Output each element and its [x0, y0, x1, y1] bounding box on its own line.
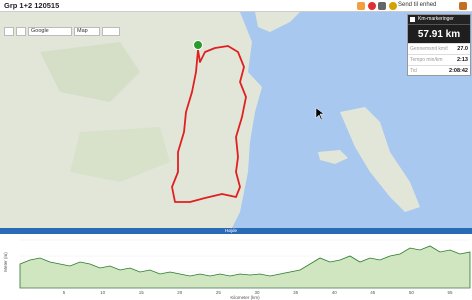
total-distance: 57.91 km	[408, 24, 470, 43]
print-icon[interactable]	[378, 2, 386, 10]
stat-label: Tempo min/km	[410, 57, 443, 63]
send-to-device-icon[interactable]	[389, 2, 397, 10]
x-tick-label: 35	[293, 290, 299, 295]
stat-label: Tid	[410, 68, 417, 74]
x-tick-label: 50	[409, 290, 415, 295]
x-tick-label: 45	[370, 290, 376, 295]
map-type-select[interactable]: Map	[74, 27, 100, 36]
title-bar: Grp 1+2 120515 Send til enhed	[0, 0, 472, 12]
map-view[interactable]: Google Map	[0, 12, 472, 228]
km-markers-label: Km-markeringer	[418, 16, 454, 22]
x-tick-label: 10	[100, 290, 106, 295]
share-icon[interactable]	[459, 2, 467, 10]
stat-row: Gennemsnit km/t 27.0	[408, 43, 470, 54]
map-settings-icon[interactable]	[102, 27, 120, 36]
map-source-select[interactable]: Google	[28, 27, 72, 36]
map-canvas	[0, 12, 472, 228]
edit-icon[interactable]	[357, 2, 365, 10]
x-tick-label: 55	[447, 290, 453, 295]
stat-row: Tempo min/km 2:13	[408, 54, 470, 65]
delete-icon[interactable]	[368, 2, 376, 10]
x-tick-label: 25	[216, 290, 222, 295]
elevation-panel: Meter (m) 5 10 15 20 25 30 35 40 45 50 55 Kilomete…	[0, 234, 472, 300]
app-window: Grp 1+2 120515 Send til enhed Google Map	[0, 0, 472, 300]
x-tick-label: 20	[177, 290, 183, 295]
stat-label: Gennemsnit km/t	[410, 46, 448, 52]
stat-row: Tid 2:08:42	[408, 65, 470, 76]
start-marker	[193, 40, 203, 50]
stat-value: 27.0	[457, 46, 468, 52]
x-tick-label: 15	[139, 290, 145, 295]
elevation-area	[19, 245, 471, 289]
send-to-device-button[interactable]: Send til enhed	[398, 2, 436, 8]
checkbox-icon[interactable]	[410, 17, 415, 22]
x-axis-label: Kilometer (km)	[230, 295, 260, 300]
zoom-control-icon[interactable]	[16, 27, 26, 36]
y-axis-label: Meter (m)	[3, 252, 8, 272]
stat-value: 2:13	[456, 57, 468, 63]
route-stats-panel: Km-markeringer 57.91 km Gennemsnit km/t …	[407, 14, 471, 76]
land-mainland	[0, 12, 262, 228]
x-tick-label: 5	[63, 290, 66, 295]
elevation-chart: Meter (m) 5 10 15 20 25 30 35 40 45 50 55 Kilomete…	[3, 239, 471, 300]
x-tick-label: 40	[332, 290, 338, 295]
nav-control-icon[interactable]	[4, 27, 14, 36]
page-title: Grp 1+2 120515	[4, 1, 60, 10]
km-markers-toggle[interactable]: Km-markeringer	[408, 15, 470, 24]
stat-value: 2:08:42	[449, 68, 468, 74]
